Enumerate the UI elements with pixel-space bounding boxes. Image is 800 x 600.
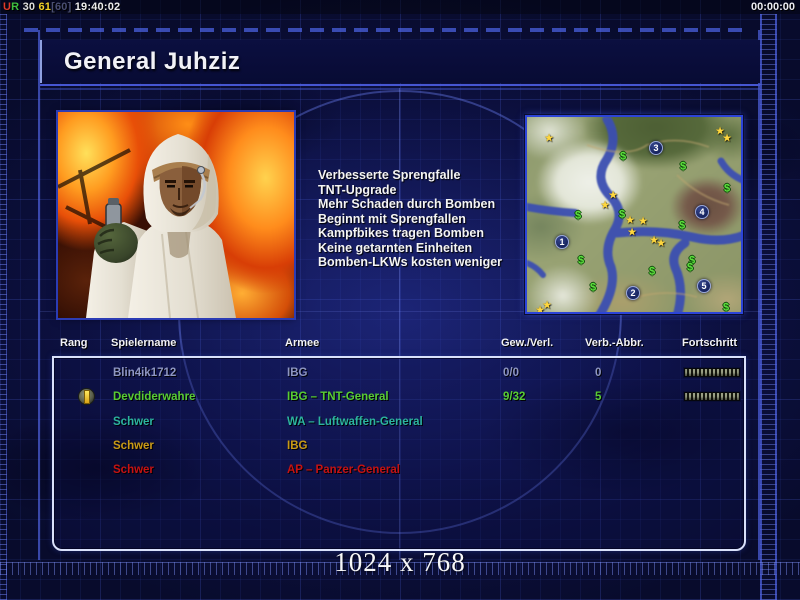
right-ruler-decoration: [760, 14, 777, 600]
minimap: ★ ★ ★ 3 $ $ $ ★ ★ 4 $ $ ★ ★ $ ★ 1 ★ ★ $ $ $ $5 $2 ★ ★ $: [525, 115, 743, 314]
status-bar: UR 30 61[60] 19:40:02 00:00:00: [0, 0, 800, 14]
ability-line: Mehr Schaden durch Bomben: [318, 197, 496, 211]
supply-cash-icon: $: [648, 265, 656, 278]
start-position-marker: 2: [626, 286, 640, 300]
start-position-marker: 5: [697, 279, 711, 293]
tech-star-icon: ★: [638, 215, 648, 228]
start-position-marker: 4: [695, 205, 709, 219]
tech-star-icon: ★: [544, 132, 554, 145]
tech-star-icon: ★: [535, 304, 545, 314]
ability-line: Verbesserte Sprengfalle: [318, 168, 461, 182]
player-name-cell: Schwer: [113, 439, 154, 452]
player-row: Schwer WA – Luftwaffen-General: [56, 410, 744, 434]
score-screen: UR 30 61[60] 19:40:02 00:00:00 General J…: [0, 0, 800, 600]
column-header-winloss: Gew./Verl.: [501, 337, 554, 349]
content-panel: Verbesserte Sprengfalle TNT-Upgrade Mehr S…: [40, 88, 762, 560]
minimap-icons: ★ ★ ★ 3 $ $ $ ★ ★ 4 $ $ ★ ★ $ ★ 1 ★ ★ $ $ $ $5 $2 ★ ★ $: [527, 117, 741, 312]
supply-cash-icon: $: [577, 254, 585, 267]
player-rows: Blin4ik1712 IBG 0/0 0 Devdiderwahre IBG – TNT…: [56, 361, 744, 485]
table-column-headers: Rang Spielername Armee Gew./Verl. Verb.-…: [40, 337, 762, 351]
column-header-progress: Fortschritt: [682, 337, 737, 349]
column-header-army: Armee: [285, 337, 320, 349]
supply-cash-icon: $: [679, 160, 687, 173]
player-name-cell: Schwer: [113, 464, 154, 477]
player-row: Devdiderwahre IBG – TNT-General 9/32 5: [56, 385, 744, 409]
supply-cash-icon: $: [686, 261, 694, 274]
player-name-cell: Schwer: [113, 415, 154, 428]
dash-strip-decoration: [24, 28, 748, 32]
ability-line: Kampfbikes tragen Bomben: [318, 226, 485, 240]
player-disconnects-cell: 0: [595, 367, 602, 379]
supply-cash-icon: $: [678, 219, 686, 232]
supply-cash-icon: $: [723, 182, 731, 195]
tech-star-icon: ★: [600, 199, 610, 212]
header-divider: [40, 84, 760, 86]
player-army-cell: IBG: [287, 367, 308, 379]
network-status-segment: U: [3, 1, 12, 13]
resolution-watermark: 1024 x 768: [334, 547, 466, 577]
network-status-segment: 61: [38, 1, 52, 13]
player-army-cell: AP – Panzer-General: [287, 464, 400, 477]
player-army-cell: WA – Luftwaffen-General: [287, 415, 423, 428]
supply-cash-icon: $: [722, 301, 730, 314]
tech-star-icon: ★: [722, 132, 732, 145]
network-status-segment: 30: [19, 1, 39, 13]
player-name-cell: Blin4ik1712: [113, 367, 177, 379]
player-list-panel: Blin4ik1712 IBG 0/0 0 Devdiderwahre IBG – TNT…: [52, 356, 746, 551]
header-bar: General Juhziz: [40, 40, 760, 83]
network-status-segment: 19:40:02: [71, 1, 121, 13]
supply-cash-icon: $: [574, 209, 582, 222]
column-header-playername: Spielername: [111, 337, 177, 349]
match-timer: 00:00:00: [750, 1, 795, 13]
player-row: Schwer AP – Panzer-General: [56, 458, 744, 482]
player-army-cell: IBG – TNT-General: [287, 391, 389, 404]
rank-medal-icon: [78, 388, 95, 406]
page-title: General Juhziz: [64, 48, 241, 75]
ability-line: Bomben-LKWs kosten weniger: [318, 255, 503, 269]
ability-line: Beginnt mit Sprengfallen: [318, 211, 466, 226]
general-figure-illustration: [58, 134, 236, 318]
player-army-cell: IBG: [287, 439, 308, 452]
column-header-disconnects: Verb.-Abbr.: [585, 337, 644, 349]
load-progress-bar: [684, 368, 740, 377]
player-disconnects-cell: 5: [595, 391, 602, 404]
tech-star-icon: ★: [656, 237, 666, 250]
supply-cash-icon: $: [619, 150, 627, 163]
player-winloss-cell: 0/0: [503, 367, 519, 379]
ability-line: Keine getarnten Einheiten: [318, 240, 473, 255]
abilities-list: Verbesserte Sprengfalle TNT-Upgrade Mehr S…: [318, 168, 538, 270]
tech-star-icon: ★: [627, 226, 637, 239]
column-header-rank: Rang: [60, 337, 88, 349]
start-position-marker: 3: [649, 141, 663, 155]
player-row: Schwer IBG: [56, 434, 744, 458]
tech-star-icon: ★: [625, 214, 635, 227]
start-position-marker: 1: [555, 235, 569, 249]
load-progress-bar: [684, 392, 740, 402]
general-portrait: [58, 112, 294, 318]
network-status-text: UR 30 61[60] 19:40:02: [3, 1, 120, 13]
left-ruler-decoration: [0, 14, 7, 600]
supply-cash-icon: $: [589, 281, 597, 294]
network-status-segment: [60]: [51, 1, 72, 13]
player-winloss-cell: 9/32: [503, 391, 526, 404]
ability-line: TNT-Upgrade: [318, 182, 397, 197]
player-name-cell: Devdiderwahre: [113, 391, 196, 404]
player-row: Blin4ik1712 IBG 0/0 0: [56, 361, 744, 385]
